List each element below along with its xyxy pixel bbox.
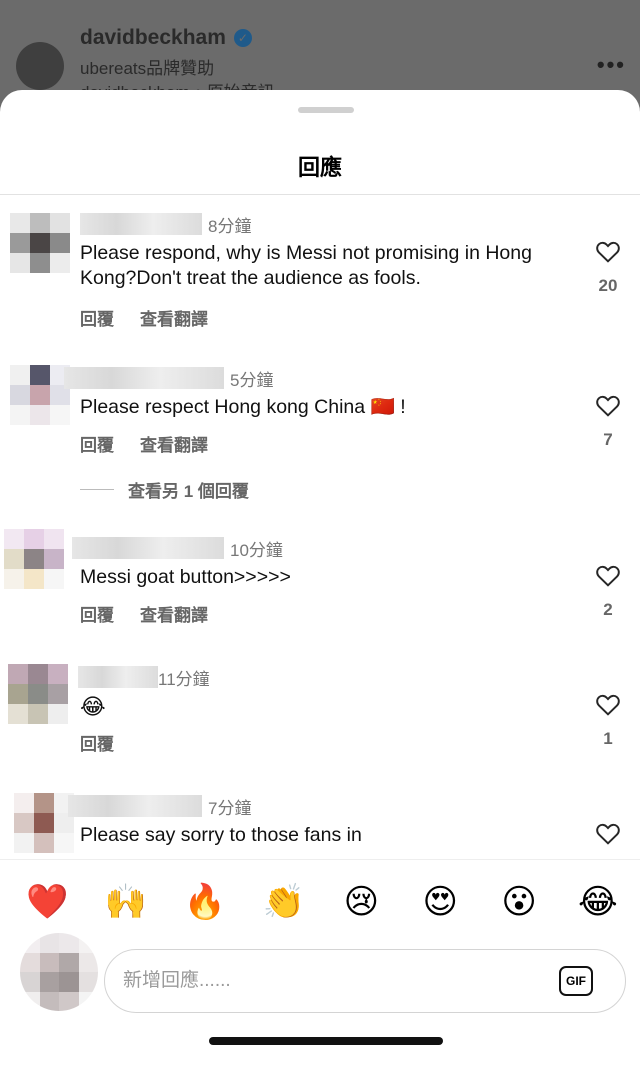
comment-input-container[interactable]: GIF <box>104 949 626 1013</box>
heart-eyes-emoji-icon[interactable]: 😍 <box>420 882 460 922</box>
commenter-username-blurred[interactable] <box>68 795 202 817</box>
home-indicator <box>209 1037 443 1045</box>
commenter-username-blurred[interactable] <box>78 666 158 688</box>
reply-button[interactable]: 回覆 <box>80 305 114 330</box>
comment-input[interactable] <box>123 950 543 1012</box>
comment-actions: 回覆 <box>80 730 114 755</box>
comment-meta: 10分鐘 <box>72 535 283 561</box>
commenter-username-blurred[interactable] <box>72 537 224 559</box>
commenter-avatar[interactable] <box>14 793 74 853</box>
commenter-avatar[interactable] <box>8 664 68 724</box>
post-author-username: davidbeckham <box>80 26 226 49</box>
post-author-avatar[interactable] <box>16 42 64 90</box>
quick-emoji-bar: ❤️ 🙌 🔥 👏 😢 😍 😮 😂 <box>0 882 640 922</box>
view-replies-label: 查看另 1 個回覆 <box>128 482 249 501</box>
fire-emoji-icon[interactable]: 🔥 <box>184 882 226 922</box>
more-options-icon[interactable]: ••• <box>597 52 626 78</box>
view-more-replies-button[interactable]: 查看另 1 個回覆 <box>80 477 249 502</box>
see-translation-button[interactable]: 查看翻譯 <box>140 431 208 456</box>
post-author[interactable]: davidbeckham ✓ <box>80 26 252 50</box>
current-user-avatar <box>20 933 98 1011</box>
comment-composer-area: ❤️ 🙌 🔥 👏 😢 😍 😮 😂 GIF <box>0 859 640 1078</box>
comments-sheet: 回應 8分鐘 Please respond, why is Messi not … <box>0 90 640 1078</box>
comment-time: 8分鐘 <box>208 216 252 236</box>
heart-emoji-icon[interactable]: ❤️ <box>26 882 68 922</box>
like-count: 2 <box>603 600 613 619</box>
reply-button[interactable]: 回覆 <box>80 601 114 626</box>
comment-meta: 7分鐘 <box>68 793 252 819</box>
post-sponsor-line[interactable]: ubereats品牌贊助 <box>80 54 214 79</box>
commenter-username-blurred[interactable] <box>64 367 224 389</box>
commenter-username-blurred[interactable] <box>80 213 202 235</box>
heart-icon[interactable] <box>595 239 621 263</box>
see-translation-button[interactable]: 查看翻譯 <box>140 305 208 330</box>
comment-actions: 回覆 查看翻譯 <box>80 305 208 330</box>
comment-meta: 8分鐘 <box>80 211 251 237</box>
verified-badge-icon: ✓ <box>233 29 252 47</box>
gif-button[interactable]: GIF <box>559 966 593 996</box>
like-control[interactable]: 7 <box>592 393 624 450</box>
heart-icon[interactable] <box>595 692 621 716</box>
heart-icon[interactable] <box>595 821 621 845</box>
heart-icon[interactable] <box>595 393 621 417</box>
commenter-avatar[interactable] <box>10 365 70 425</box>
comment-time: 10分鐘 <box>230 540 283 560</box>
comments-list[interactable]: 8分鐘 Please respond, why is Messi not pro… <box>0 195 640 859</box>
sheet-grabber[interactable] <box>298 107 354 113</box>
like-control[interactable]: 1 <box>592 692 624 749</box>
comment-text: Please say sorry to those fans in <box>80 824 362 846</box>
reply-button[interactable]: 回覆 <box>80 431 114 456</box>
comment-meta: 11分鐘 <box>78 664 210 690</box>
surprised-emoji-icon[interactable]: 😮 <box>499 882 539 922</box>
like-control[interactable] <box>592 821 624 850</box>
replies-line <box>80 489 114 490</box>
sheet-title: 回應 <box>297 155 342 180</box>
clapping-emoji-icon[interactable]: 👏 <box>263 882 305 922</box>
comment-text: Messi goat button>>>>> <box>80 566 291 588</box>
like-control[interactable]: 2 <box>592 563 624 620</box>
comment-text: Please respect Hong kong China 🇨🇳 ! <box>80 396 406 418</box>
like-count: 20 <box>598 276 618 295</box>
comment-actions: 回覆 查看翻譯 <box>80 431 208 456</box>
commenter-avatar[interactable] <box>10 213 70 273</box>
like-count: 7 <box>603 430 613 449</box>
comment-time: 7分鐘 <box>208 798 252 818</box>
raised-hands-emoji-icon[interactable]: 🙌 <box>105 882 147 922</box>
laughing-emoji-icon[interactable]: 😂 <box>578 882 618 922</box>
comment-actions: 回覆 查看翻譯 <box>80 601 208 626</box>
commenter-avatar[interactable] <box>4 529 64 589</box>
reply-button[interactable]: 回覆 <box>80 730 114 755</box>
crying-emoji-icon[interactable]: 😢 <box>341 882 381 922</box>
like-count: 1 <box>603 729 613 748</box>
comment-text: Please respond, why is Messi not promisi… <box>80 242 532 289</box>
comment-text: 😂 <box>80 694 106 719</box>
comment-time: 5分鐘 <box>230 370 274 390</box>
see-translation-button[interactable]: 查看翻譯 <box>140 601 208 626</box>
like-control[interactable]: 20 <box>592 239 624 296</box>
comment-meta: 5分鐘 <box>64 365 274 391</box>
heart-icon[interactable] <box>595 563 621 587</box>
comment-time: 11分鐘 <box>158 669 210 689</box>
